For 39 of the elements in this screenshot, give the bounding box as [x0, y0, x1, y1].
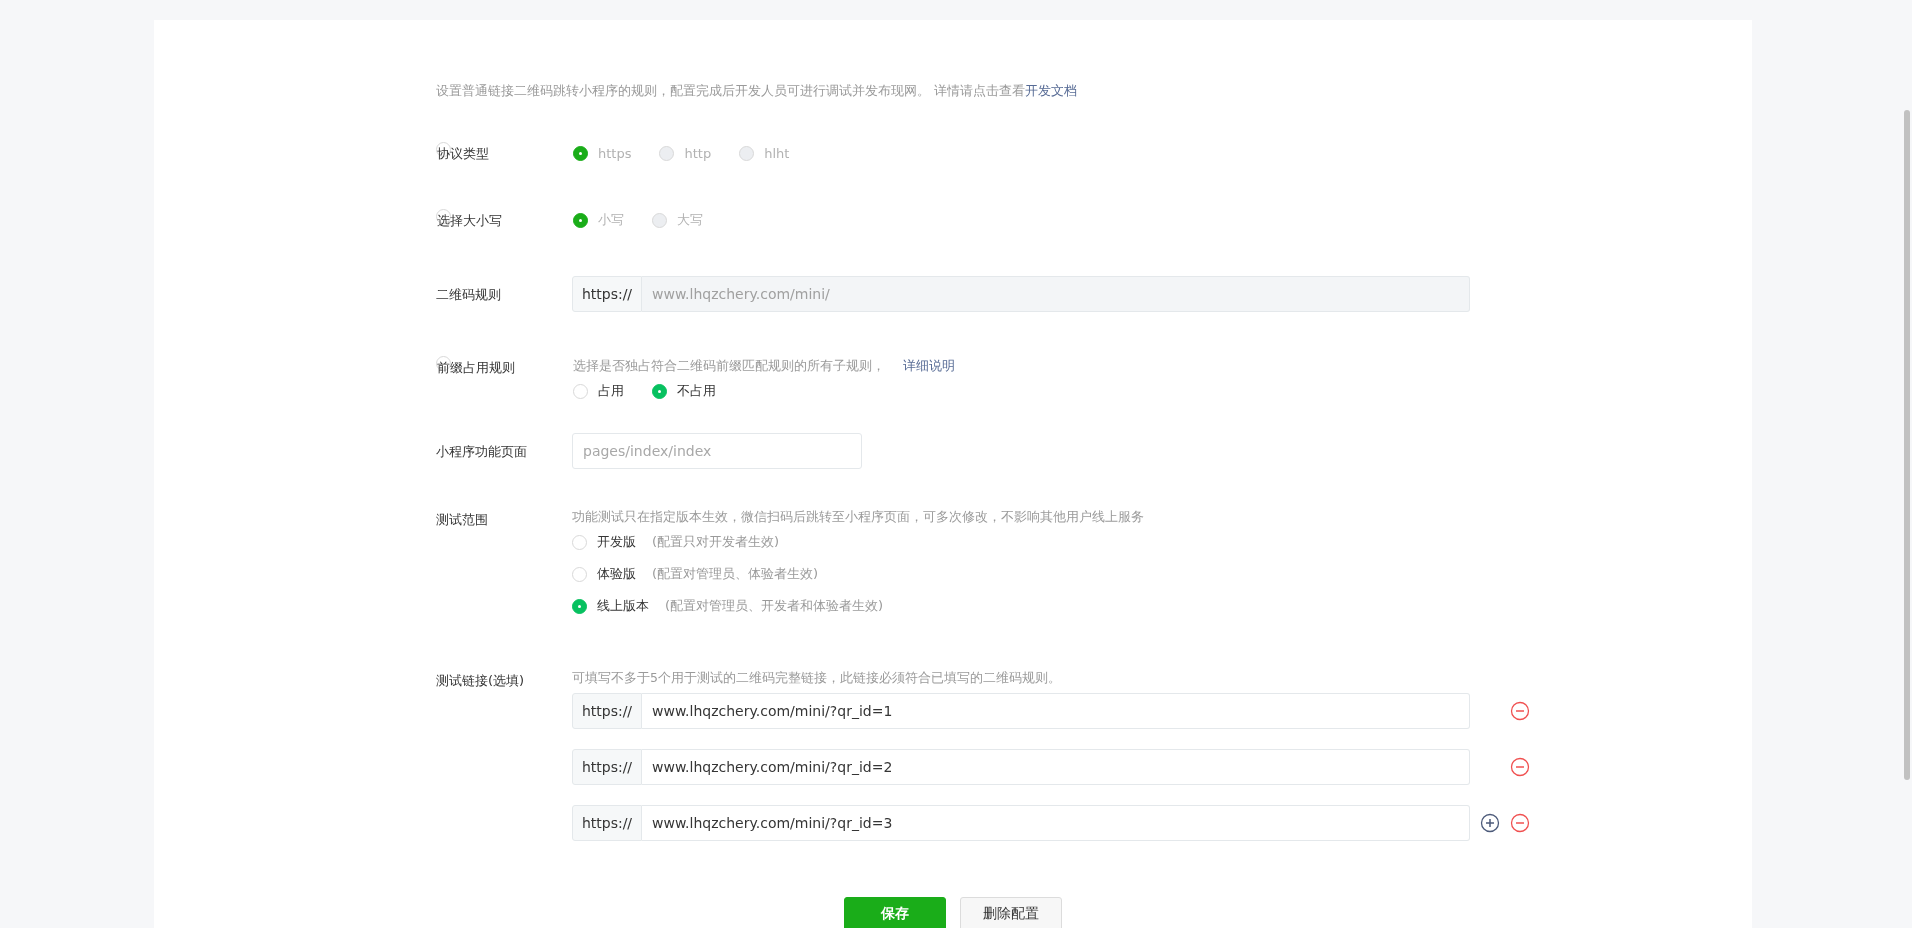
option-label: https	[598, 145, 632, 161]
remove-icon[interactable]	[1510, 813, 1530, 833]
option-label: 体验版	[597, 565, 636, 583]
delete-button[interactable]: 删除配置	[960, 897, 1062, 928]
hint-text: 功能测试只在指定版本生效，微信扫码后跳转至小程序页面，可多次修改，不影响其他用户线上服务	[572, 509, 1144, 524]
remove-icon[interactable]	[1510, 757, 1530, 777]
field-label: 测试链接(选填)	[436, 672, 526, 690]
page-path-field[interactable]: pages/index/index	[572, 433, 862, 469]
option-label: hlht	[764, 145, 790, 161]
option-label: 开发版	[597, 533, 636, 551]
hint-text: 选择是否独占符合二维码前缀匹配规则的所有子规则，	[573, 358, 885, 373]
field-label: 小程序功能页面	[436, 443, 528, 461]
scrollbar[interactable]	[1904, 110, 1910, 780]
field-label: 测试范围	[436, 511, 489, 529]
details-link[interactable]: 详细说明	[903, 358, 956, 373]
option-label: 小写	[598, 211, 624, 229]
add-icon[interactable]	[1480, 813, 1500, 833]
option-label: 线上版本	[597, 597, 649, 615]
option-note: (配置对管理员、开发者和体验者生效)	[665, 597, 884, 615]
option-note: (配置只对开发者生效)	[652, 533, 780, 551]
option-label: 大写	[677, 211, 703, 229]
url-prefix: https://	[572, 805, 642, 841]
docs-link[interactable]: 开发文档	[1025, 83, 1078, 98]
remove-icon[interactable]	[1510, 701, 1530, 721]
test-link-field[interactable]: www.lhqzchery.com/mini/?qr_id=1	[642, 693, 1470, 729]
field-label: 二维码规则	[436, 286, 502, 304]
option-label: http	[684, 145, 712, 161]
test-link-field[interactable]: www.lhqzchery.com/mini/?qr_id=2	[642, 749, 1470, 785]
radio-button[interactable]	[652, 383, 667, 399]
url-prefix: https://	[572, 693, 642, 729]
radio-button[interactable]	[572, 598, 587, 614]
intro-text: 设置普通链接二维码跳转小程序的规则，配置完成后开发人员可进行调试并发布现网。 详情请点击查看开发文档	[436, 82, 1079, 100]
option-label: 占用	[598, 382, 624, 400]
option-note: (配置对管理员、体验者生效)	[652, 565, 819, 583]
url-prefix: https://	[572, 749, 642, 785]
url-prefix: https://	[572, 276, 642, 312]
hint-text: 可填写不多于5个用于测试的二维码完整链接，此链接必须符合已填写的二维码规则。	[572, 670, 1061, 685]
test-link-field[interactable]: www.lhqzchery.com/mini/?qr_id=3	[642, 805, 1470, 841]
option-label: 不占用	[677, 382, 716, 400]
